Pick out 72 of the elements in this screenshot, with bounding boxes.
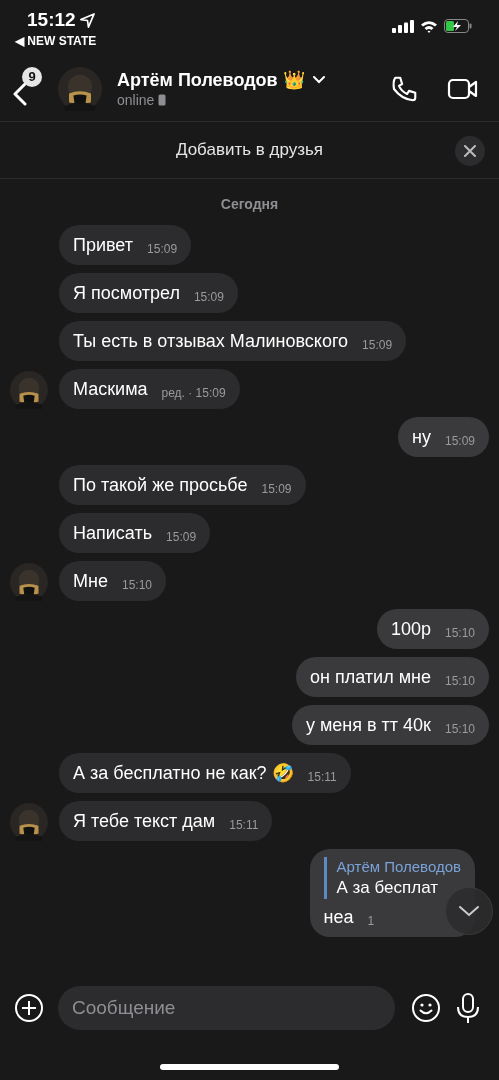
message-time: 15:09 <box>166 530 197 544</box>
video-call-button[interactable] <box>447 76 479 101</box>
video-camera-icon <box>447 76 479 101</box>
message-time: 15:11 <box>229 818 259 832</box>
add-friend-button[interactable]: Добавить в друзья <box>175 137 324 163</box>
message-time: 15:09 <box>147 242 178 256</box>
attach-button[interactable] <box>14 993 44 1023</box>
plus-icon <box>14 993 44 1023</box>
wifi-icon <box>420 19 438 33</box>
message-text: Написать <box>73 522 153 545</box>
avatar-icon <box>58 66 102 111</box>
message-time: 15:10 <box>121 578 152 592</box>
message-text: Мне <box>73 570 108 593</box>
message-input[interactable]: Сообщение <box>58 986 395 1030</box>
message-text: А за бесплатно не как? 🤣 <box>73 762 294 785</box>
message-text: Ты есть в отзывах Малиновского <box>73 330 349 353</box>
message-time: 15:11 <box>307 770 337 784</box>
message-time: 15:10 <box>444 626 475 640</box>
message-bubble[interactable]: Я посмотрел 15:09 <box>59 273 238 313</box>
chevron-down-icon <box>458 905 480 917</box>
message-text: неа <box>323 906 354 929</box>
message-time: 1 <box>367 914 375 928</box>
status-time: 15:12 <box>27 8 76 32</box>
message-bubble[interactable]: Артём Полеводов А за бесплат неа 1 <box>309 849 475 937</box>
message-time: 15:09 <box>444 434 475 448</box>
message-text: Я тебе текст дам <box>73 810 216 833</box>
message-text: он платил мне <box>310 666 431 689</box>
message-text: Маскима <box>73 378 148 401</box>
microphone-button[interactable] <box>455 992 481 1024</box>
message-bubble[interactable]: А за бесплатно не как? 🤣 15:11 <box>59 753 351 793</box>
message-bubble[interactable]: он платил мне 15:10 <box>296 657 489 697</box>
reply-text: А за бесплат <box>336 877 440 899</box>
message-text: ну <box>412 426 431 449</box>
online-status: online <box>117 90 155 109</box>
date-separator: Сегодня <box>220 195 279 214</box>
location-arrow-icon <box>79 12 95 28</box>
message-text: у меня в тт 40к <box>305 714 431 737</box>
message-bubble[interactable]: Мне 15:10 <box>59 561 166 601</box>
back-to-app-link[interactable]: ◀ NEW STATE <box>15 34 97 48</box>
message-bubble[interactable]: Ты есть в отзывах Малиновского 15:09 <box>59 321 407 361</box>
message-text: По такой же просьбе <box>73 474 248 497</box>
close-icon <box>464 145 476 157</box>
message-bubble[interactable]: По такой же просьбе 15:09 <box>59 465 306 505</box>
message-bubble[interactable]: ну 15:09 <box>398 417 489 457</box>
message-text: 100р <box>390 618 431 641</box>
message-time: 15:09 <box>193 290 224 304</box>
message-bubble[interactable]: Привет 15:09 <box>59 225 192 265</box>
reply-author: Артём Полеводов <box>336 857 461 877</box>
microphone-icon <box>455 992 481 1024</box>
message-bubble[interactable]: 100р 15:10 <box>376 609 489 649</box>
message-bubble[interactable]: Маскима ред. · 15:09 <box>59 369 240 409</box>
message-text: Привет <box>73 234 134 257</box>
back-button[interactable]: 9 <box>12 66 48 111</box>
smiley-icon <box>411 993 441 1023</box>
emoji-button[interactable] <box>411 993 441 1023</box>
chevron-down-icon[interactable] <box>312 75 325 84</box>
message-bubble[interactable]: у меня в тт 40к 15:10 <box>291 705 489 745</box>
back-chevron-icon <box>12 81 28 106</box>
phone-device-icon <box>158 93 167 106</box>
message-time: 15:09 <box>362 338 393 352</box>
message-time: 15:10 <box>444 674 475 688</box>
message-time: 15:09 <box>261 482 292 496</box>
signal-icon <box>392 19 414 33</box>
message-bubble[interactable]: Написать 15:09 <box>59 513 211 553</box>
message-time: ред. · 15:09 <box>161 386 226 400</box>
close-button[interactable] <box>455 136 485 166</box>
battery-icon <box>444 19 472 33</box>
unread-badge: 9 <box>22 66 42 87</box>
contact-name[interactable]: Артём Полеводов 👑 <box>117 68 305 91</box>
message-time: 15:10 <box>444 722 475 736</box>
message-bubble[interactable]: Я тебе текст дам 15:11 <box>59 801 273 841</box>
message-text: Я посмотрел <box>73 282 180 305</box>
